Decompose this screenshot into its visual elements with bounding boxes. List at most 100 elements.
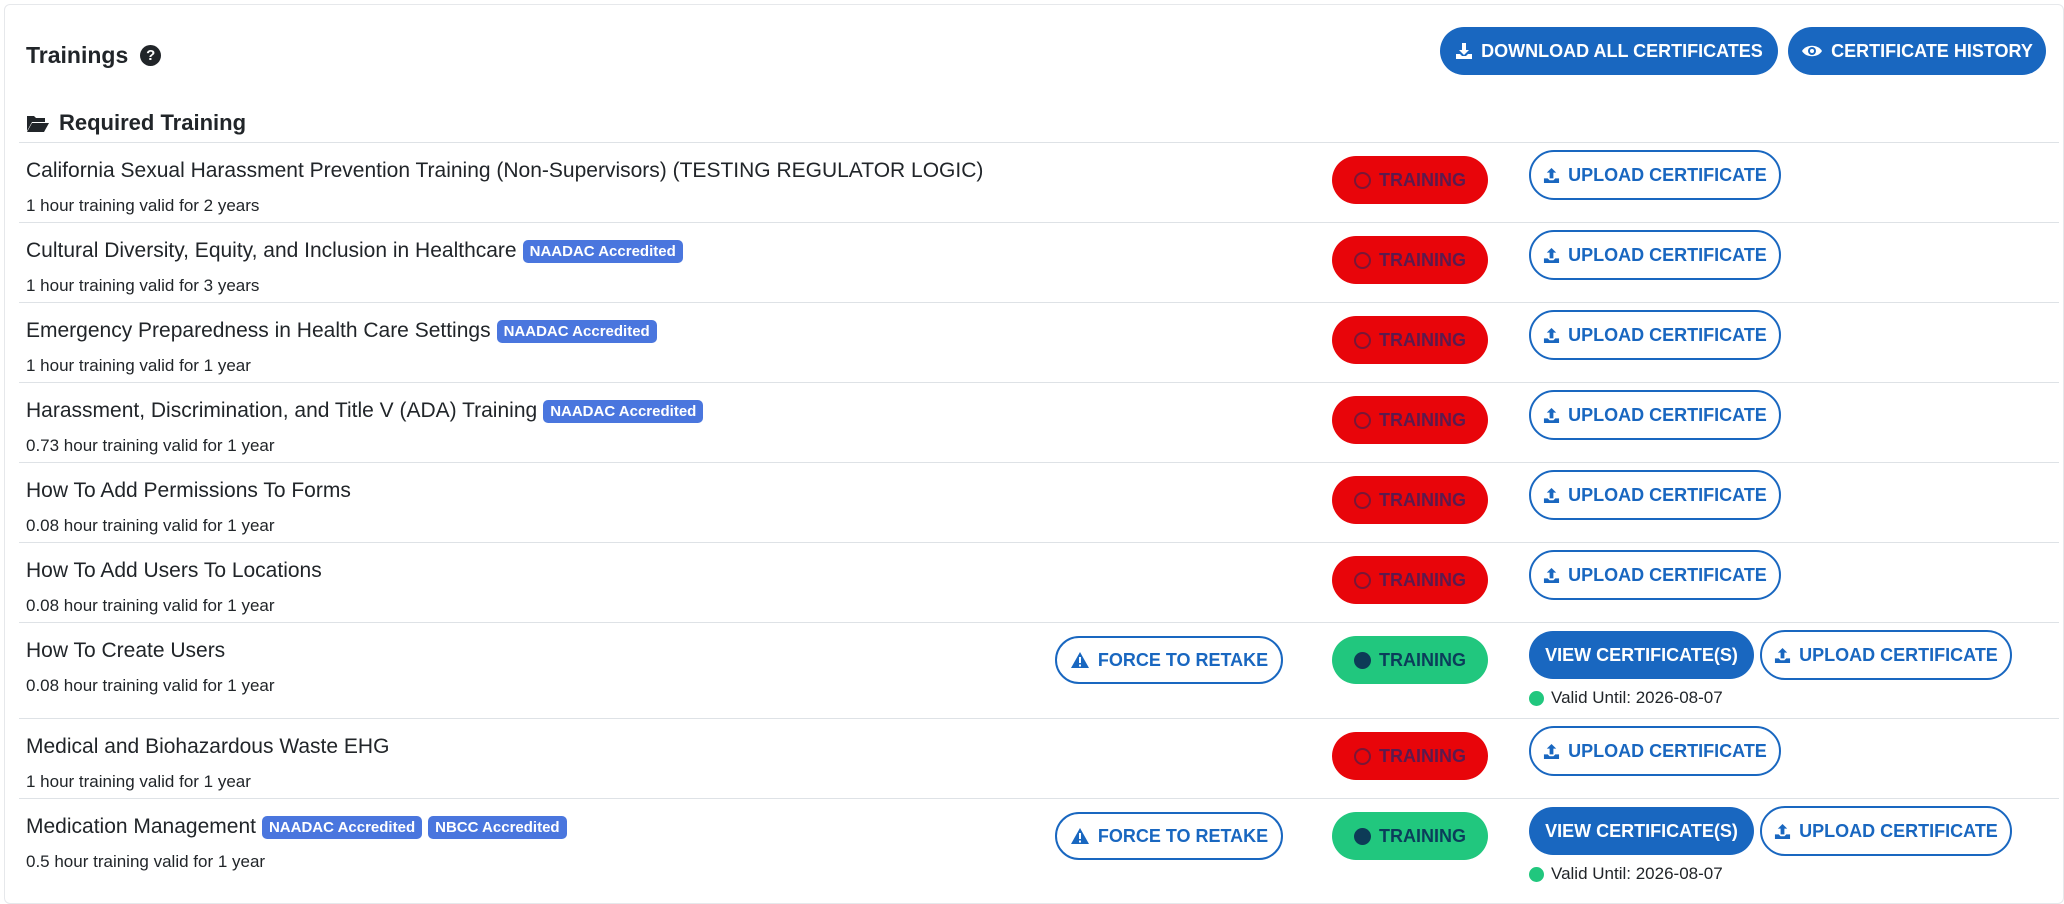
training-status-badge[interactable]: TRAINING: [1332, 476, 1488, 524]
training-duration: 1 hour training valid for 1 year: [26, 772, 251, 791]
training-status-badge[interactable]: TRAINING: [1332, 396, 1488, 444]
force-to-retake-label: FORCE TO RETAKE: [1097, 649, 1269, 670]
upload-certificate-button[interactable]: UPLOAD CERTIFICATE: [1529, 550, 1781, 600]
upload-icon: [1544, 567, 1560, 583]
section-title: Required Training: [26, 110, 246, 136]
table-row: How To Add Permissions To Forms 0.08 hour…: [19, 462, 2059, 542]
upload-certificate-button[interactable]: UPLOAD CERTIFICATE: [1529, 310, 1781, 360]
table-row: California Sexual Harassment Prevention …: [19, 142, 2059, 222]
training-name: How To Add Permissions To Forms: [26, 479, 351, 503]
training-status-label: TRAINING: [1379, 169, 1466, 190]
view-certificates-label: VIEW CERTIFICATE(S): [1545, 820, 1738, 841]
question-circle-icon[interactable]: ?: [140, 45, 162, 66]
valid-until: Valid Until: 2026-08-07: [1529, 864, 1723, 884]
upload-certificate-button[interactable]: UPLOAD CERTIFICATE: [1529, 726, 1781, 776]
training-name-text: How To Add Permissions To Forms: [26, 479, 351, 502]
valid-until-text: Valid Until: 2026-08-07: [1551, 864, 1723, 883]
training-duration: 0.73 hour training valid for 1 year: [26, 436, 275, 455]
force-to-retake-button[interactable]: FORCE TO RETAKE: [1055, 812, 1283, 860]
training-name: Cultural Diversity, Equity, and Inclusio…: [26, 239, 683, 263]
training-name-text: California Sexual Harassment Prevention …: [26, 159, 984, 182]
training-name: How To Create Users: [26, 639, 225, 663]
incomplete-circle-icon: [1354, 411, 1371, 429]
accreditation-badge: NAADAC Accredited: [522, 239, 683, 263]
complete-circle-icon: [1354, 827, 1371, 845]
training-duration: 1 hour training valid for 1 year: [26, 356, 251, 375]
training-duration: 1 hour training valid for 2 years: [26, 196, 260, 215]
certificate-history-button[interactable]: CERTIFICATE HISTORY: [1788, 27, 2046, 75]
certificate-history-label: CERTIFICATE HISTORY: [1831, 40, 2033, 61]
upload-certificate-button[interactable]: UPLOAD CERTIFICATE: [1529, 150, 1781, 200]
training-name-text: Medical and Biohazardous Waste EHG: [26, 735, 390, 758]
training-name-text: Cultural Diversity, Equity, and Inclusio…: [26, 239, 517, 262]
upload-icon: [1775, 647, 1791, 663]
upload-certificate-label: UPLOAD CERTIFICATE: [1568, 244, 1767, 265]
upload-certificate-label: UPLOAD CERTIFICATE: [1568, 404, 1767, 425]
upload-certificate-button[interactable]: UPLOAD CERTIFICATE: [1760, 806, 2012, 856]
folder-open-icon: [27, 115, 49, 132]
page-title-text: Trainings: [26, 42, 129, 68]
training-status-label: TRAINING: [1379, 649, 1466, 670]
training-status-label: TRAINING: [1379, 489, 1466, 510]
training-status-badge[interactable]: TRAINING: [1332, 636, 1488, 684]
incomplete-circle-icon: [1354, 571, 1371, 589]
warning-icon: [1070, 652, 1089, 668]
training-duration: 0.5 hour training valid for 1 year: [26, 852, 266, 871]
view-certificates-button[interactable]: VIEW CERTIFICATE(S): [1529, 807, 1754, 855]
incomplete-circle-icon: [1354, 747, 1371, 765]
table-row: Emergency Preparedness in Health Care Se…: [19, 302, 2059, 382]
upload-icon: [1775, 823, 1791, 839]
valid-status-dot-icon: [1529, 690, 1544, 706]
training-status-badge[interactable]: TRAINING: [1332, 732, 1488, 780]
upload-certificate-label: UPLOAD CERTIFICATE: [1568, 164, 1767, 185]
training-name: How To Add Users To Locations: [26, 559, 322, 583]
upload-certificate-label: UPLOAD CERTIFICATE: [1799, 820, 1998, 841]
training-name: Harassment, Discrimination, and Title V …: [26, 399, 704, 423]
upload-certificate-button[interactable]: UPLOAD CERTIFICATE: [1529, 390, 1781, 440]
valid-status-dot-icon: [1529, 866, 1544, 882]
training-name-text: Harassment, Discrimination, and Title V …: [26, 399, 538, 422]
training-name: Medication Management NAADAC Accredited NB…: [26, 815, 567, 839]
training-status-badge[interactable]: TRAINING: [1332, 316, 1488, 364]
upload-icon: [1544, 167, 1560, 183]
view-certificates-button[interactable]: VIEW CERTIFICATE(S): [1529, 631, 1754, 679]
table-row: How To Add Users To Locations 0.08 hour t…: [19, 542, 2059, 622]
accreditation-badge: NAADAC Accredited: [261, 815, 423, 839]
training-duration: 0.08 hour training valid for 1 year: [26, 516, 275, 535]
valid-until: Valid Until: 2026-08-07: [1529, 688, 1723, 708]
complete-circle-icon: [1354, 651, 1371, 669]
training-duration: 0.08 hour training valid for 1 year: [26, 596, 275, 615]
upload-certificate-button[interactable]: UPLOAD CERTIFICATE: [1529, 470, 1781, 520]
table-row: Cultural Diversity, Equity, and Inclusio…: [19, 222, 2059, 302]
upload-certificate-label: UPLOAD CERTIFICATE: [1568, 484, 1767, 505]
training-name: California Sexual Harassment Prevention …: [26, 159, 983, 183]
upload-icon: [1544, 247, 1560, 263]
upload-certificate-label: UPLOAD CERTIFICATE: [1799, 644, 1998, 665]
training-status-badge[interactable]: TRAINING: [1332, 236, 1488, 284]
upload-certificate-label: UPLOAD CERTIFICATE: [1568, 740, 1767, 761]
eye-icon: [1802, 45, 1823, 57]
training-duration: 0.08 hour training valid for 1 year: [26, 676, 275, 695]
accreditation-badge: NAADAC Accredited: [543, 399, 704, 423]
incomplete-circle-icon: [1354, 491, 1371, 509]
upload-icon: [1544, 407, 1560, 423]
training-duration: 1 hour training valid for 3 years: [26, 276, 260, 295]
valid-until-text: Valid Until: 2026-08-07: [1551, 688, 1723, 707]
upload-certificate-button[interactable]: UPLOAD CERTIFICATE: [1760, 630, 2012, 680]
training-status-label: TRAINING: [1379, 329, 1466, 350]
training-status-badge[interactable]: TRAINING: [1332, 156, 1488, 204]
table-row: How To Create Users 0.08 hour training va…: [19, 622, 2059, 718]
training-status-badge[interactable]: TRAINING: [1332, 812, 1488, 860]
force-to-retake-button[interactable]: FORCE TO RETAKE: [1055, 636, 1283, 684]
upload-icon: [1544, 327, 1560, 343]
training-name-text: Emergency Preparedness in Health Care Se…: [26, 319, 491, 342]
card-header: Trainings ? DOWNLOAD ALL CERTIFICATES CE…: [5, 5, 2063, 105]
upload-icon: [1544, 743, 1560, 759]
incomplete-circle-icon: [1354, 331, 1371, 349]
upload-certificate-button[interactable]: UPLOAD CERTIFICATE: [1529, 230, 1781, 280]
training-status-label: TRAINING: [1379, 249, 1466, 270]
table-row: Medication Management NAADAC Accredited NB…: [19, 798, 2059, 894]
training-status-badge[interactable]: TRAINING: [1332, 556, 1488, 604]
warning-icon: [1070, 828, 1089, 844]
download-all-certificates-button[interactable]: DOWNLOAD ALL CERTIFICATES: [1440, 27, 1778, 75]
